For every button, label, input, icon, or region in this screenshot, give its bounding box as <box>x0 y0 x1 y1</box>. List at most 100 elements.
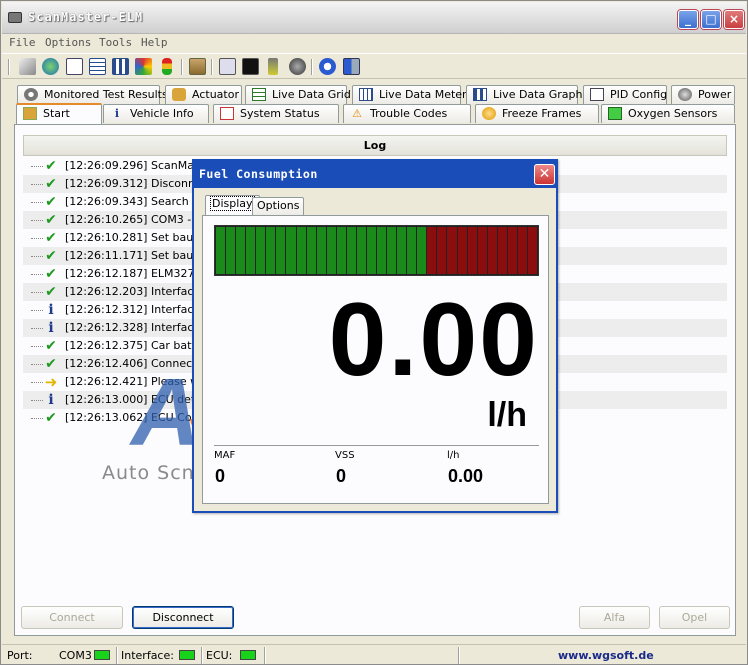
tab-oxygen-sensors[interactable]: Oxygen Sensors <box>601 104 735 123</box>
report-icon[interactable] <box>66 58 83 75</box>
alfa-button[interactable]: Alfa <box>579 606 650 629</box>
ecu-status-led <box>240 650 256 660</box>
checkmark-icon: ✔ <box>45 212 57 228</box>
log-text: [12:26:10.281] Set baudra <box>65 231 212 244</box>
config-icon <box>590 88 604 101</box>
website-link[interactable]: www.wgsoft.de <box>558 649 654 662</box>
graph-icon <box>473 88 487 101</box>
log-text: [12:26:12.312] Interface <box>65 303 201 316</box>
tab-row-1: Monitored Test Results Actuator Live Dat… <box>1 85 748 105</box>
meter-icon <box>359 88 373 101</box>
dialog-close-button[interactable]: ✕ <box>534 164 555 185</box>
info-icon: i <box>114 107 120 120</box>
connect-button[interactable]: Connect <box>21 606 123 629</box>
vss-value: 0 <box>336 466 347 486</box>
maximize-button[interactable]: □ <box>701 10 721 29</box>
title-bar[interactable]: ScanMaster-ELM _ □ × <box>2 2 746 34</box>
toolbar <box>2 53 746 79</box>
consumption-unit: l/h <box>487 396 527 434</box>
tree-connector <box>31 292 43 293</box>
colors-icon[interactable] <box>135 58 152 75</box>
interface-status-led <box>179 650 195 660</box>
log-text: [12:26:12.328] Interface <box>65 321 201 334</box>
tab-power[interactable]: Power <box>671 85 735 104</box>
close-button[interactable]: × <box>724 10 744 29</box>
bar-segment-red <box>517 227 527 274</box>
info-icon[interactable] <box>319 58 336 75</box>
port-label: Port: <box>7 649 33 662</box>
tab-freeze-frames[interactable]: Freeze Frames <box>475 104 599 123</box>
tab-system-status[interactable]: System Status <box>213 104 339 123</box>
menu-file[interactable]: File <box>9 36 36 49</box>
checkmark-icon: ✔ <box>45 266 57 282</box>
tree-connector <box>31 364 43 365</box>
bar-segment-red <box>497 227 507 274</box>
fuel-consumption-dialog: Fuel Consumption ✕ Display Options 0.00 … <box>192 159 558 513</box>
tab-monitored-test-results[interactable]: Monitored Test Results <box>17 85 168 104</box>
arrow-right-icon: ➜ <box>44 373 58 391</box>
tab-live-data-meter[interactable]: Live Data Meter <box>352 85 467 104</box>
gauge-icon[interactable] <box>289 58 306 75</box>
checkmark-icon: ✔ <box>45 230 57 246</box>
tab-live-data-grid[interactable]: Live Data Grid <box>245 85 351 104</box>
clipboard-icon[interactable] <box>189 58 206 75</box>
tab-live-data-graph[interactable]: Live Data Graph <box>466 85 582 104</box>
bar-segment-red <box>487 227 497 274</box>
ecu-label: ECU: <box>206 649 233 662</box>
connect-icon[interactable] <box>19 58 36 75</box>
tab-vehicle-info[interactable]: i Vehicle Info <box>103 104 209 123</box>
bar-segment-green <box>316 227 326 274</box>
dialog-title-bar[interactable]: Fuel Consumption ✕ <box>194 161 556 188</box>
tab-actuator[interactable]: Actuator <box>165 85 242 104</box>
log-text: [12:26:12.187] ELM327 v1 <box>65 267 212 280</box>
tab-pid-config[interactable]: PID Config <box>583 85 667 104</box>
minimize-button[interactable]: _ <box>678 10 698 29</box>
bar-segment-green <box>336 227 346 274</box>
app-chip-icon <box>8 12 22 23</box>
menu-help[interactable]: Help <box>141 36 168 49</box>
bar-segment-red <box>447 227 457 274</box>
globe-icon[interactable] <box>42 58 59 75</box>
disconnect-button[interactable]: Disconnect <box>132 606 234 629</box>
battery-icon[interactable] <box>268 58 278 75</box>
checkmark-icon: ✔ <box>45 338 57 354</box>
log-text: [12:26:12.203] Interface <box>65 285 201 298</box>
menu-options[interactable]: Options <box>45 36 91 49</box>
bar-segment-green <box>216 227 226 274</box>
checkmark-icon: ✔ <box>45 356 57 372</box>
chart-icon[interactable] <box>112 58 129 75</box>
checkmark-icon: ✔ <box>45 410 57 426</box>
consumption-value: 0.00 <box>328 282 539 398</box>
toolbar-grip <box>8 59 10 75</box>
grid-icon[interactable] <box>89 58 106 75</box>
status-separator <box>116 647 118 664</box>
status-separator <box>201 647 203 664</box>
book-icon[interactable] <box>343 58 360 75</box>
tab-trouble-codes[interactable]: ⚠ Trouble Codes <box>343 104 471 123</box>
checkmark-icon: ✔ <box>45 284 57 300</box>
bar-segment-green <box>246 227 256 274</box>
tab-start[interactable]: Start <box>16 103 102 125</box>
sensor-icon <box>608 107 622 120</box>
box-icon <box>23 107 37 120</box>
lph-label: l/h <box>447 450 460 461</box>
warning-icon: ⚠ <box>352 107 362 120</box>
menu-bar: File Options Tools Help <box>2 34 746 52</box>
menu-tools[interactable]: Tools <box>99 36 132 49</box>
log-text: [12:26:12.421] Please wa <box>65 375 206 388</box>
terminal-icon[interactable] <box>242 58 259 75</box>
gear-icon <box>24 88 38 101</box>
maf-label: MAF <box>214 450 236 461</box>
log-header: Log <box>23 135 727 156</box>
tree-connector <box>31 418 43 419</box>
traffic-light-icon[interactable] <box>162 58 172 75</box>
bar-segment-green <box>286 227 296 274</box>
dialog-tab-options[interactable]: Options <box>252 197 305 215</box>
tree-connector <box>31 346 43 347</box>
search-icon[interactable] <box>219 58 236 75</box>
lph-value: 0.00 <box>448 466 484 486</box>
bar-segment-red <box>467 227 477 274</box>
bar-segment-green <box>266 227 276 274</box>
log-text: [12:26:09.296] ScanMaste <box>65 159 211 172</box>
opel-button[interactable]: Opel <box>659 606 730 629</box>
